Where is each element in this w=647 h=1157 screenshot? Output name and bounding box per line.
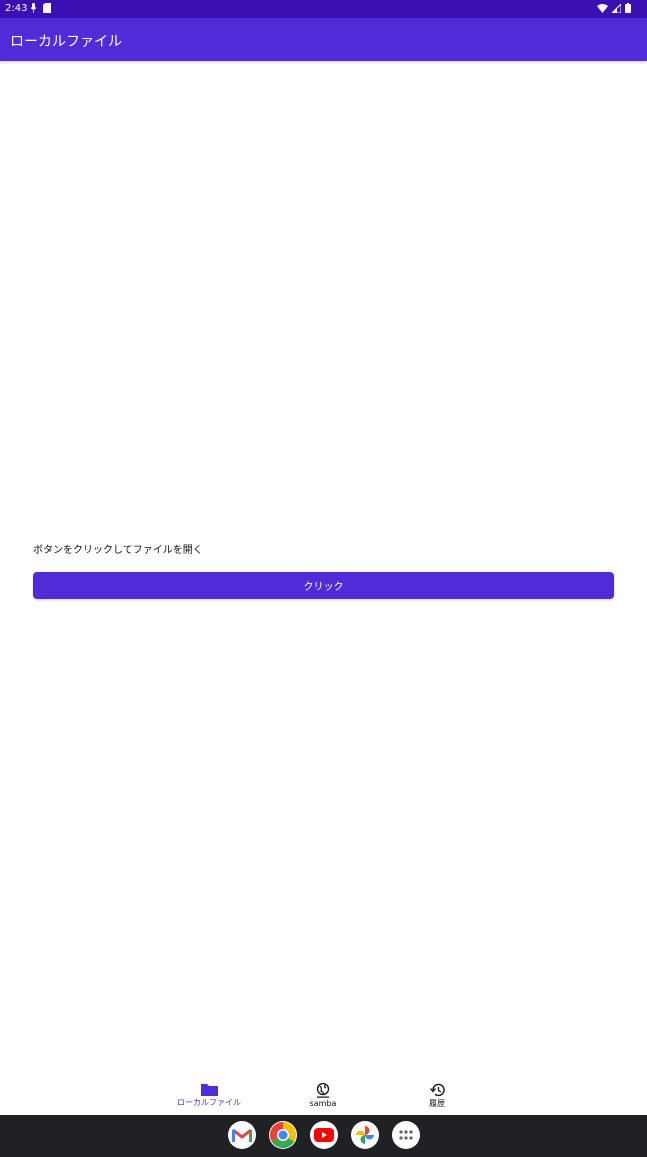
mic-icon xyxy=(30,3,37,13)
chrome-icon[interactable] xyxy=(269,1121,297,1149)
history-icon xyxy=(429,1083,445,1096)
wifi-icon xyxy=(597,3,608,13)
nav-label-history: 履歴 xyxy=(429,1098,445,1108)
status-time: 2:43 xyxy=(5,3,28,14)
status-bar: 2:43 xyxy=(0,0,647,18)
app-bar: ローカルファイル xyxy=(0,18,647,61)
signal-icon xyxy=(612,3,621,13)
youtube-icon[interactable] xyxy=(310,1121,338,1149)
globe-icon xyxy=(316,1083,330,1098)
battery-icon xyxy=(625,3,631,13)
sd-card-icon xyxy=(43,3,51,13)
click-button[interactable]: クリック xyxy=(33,572,614,599)
nav-item-samba[interactable]: samba xyxy=(263,1076,383,1115)
page-title: ローカルファイル xyxy=(10,34,122,50)
gmail-icon[interactable] xyxy=(228,1121,256,1149)
nav-item-history[interactable]: 履歴 xyxy=(377,1076,497,1115)
app-dock xyxy=(228,1121,420,1149)
nav-item-local-files[interactable]: ローカルファイル xyxy=(149,1076,269,1115)
photos-icon[interactable] xyxy=(351,1121,379,1149)
nav-label-local-files: ローカルファイル xyxy=(177,1098,241,1107)
app-drawer-icon[interactable] xyxy=(392,1121,420,1149)
folder-icon xyxy=(200,1084,218,1096)
open-file-prompt: ボタンをクリックしてファイルを開く xyxy=(33,545,203,556)
bottom-navigation: ローカルファイル samba 履歴 xyxy=(0,1076,647,1115)
nav-label-samba: samba xyxy=(309,1099,337,1108)
